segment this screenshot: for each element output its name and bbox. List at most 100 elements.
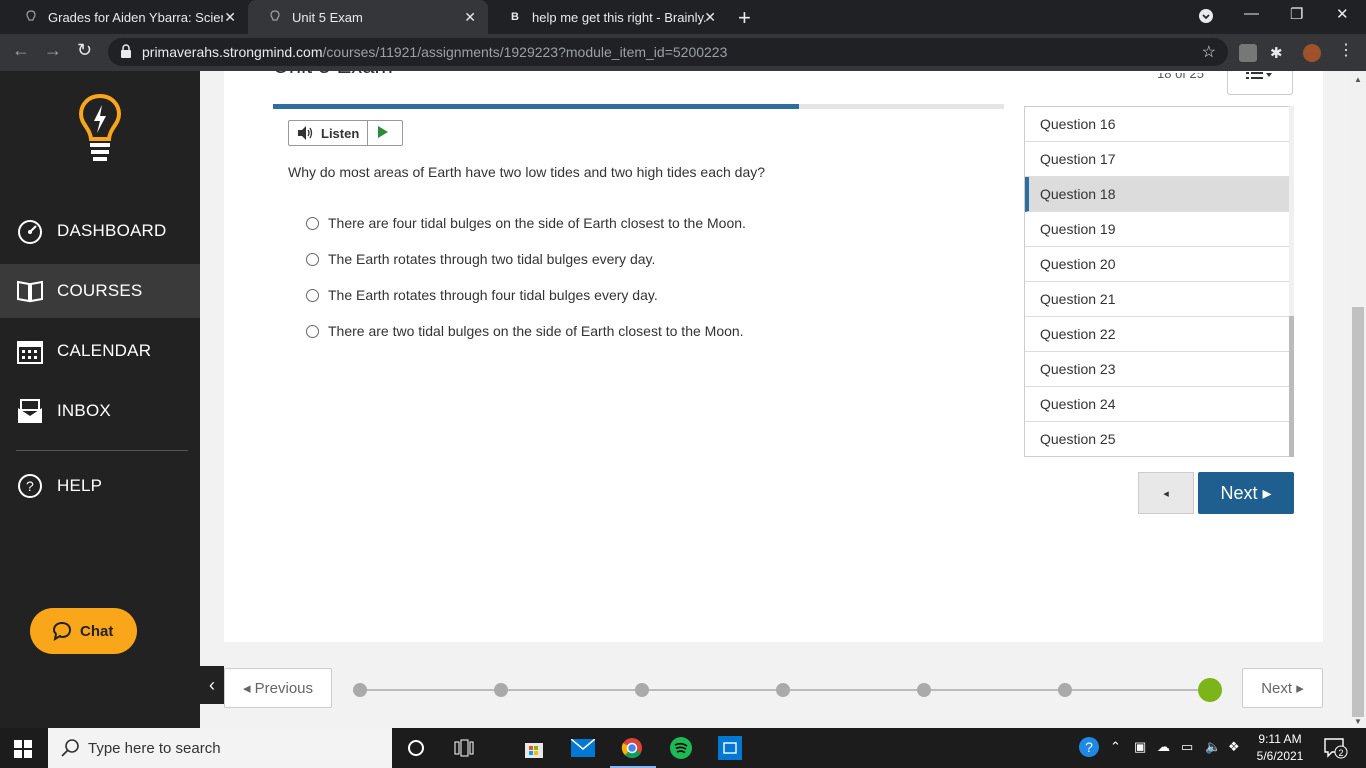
notifications-icon[interactable]: 2 — [1324, 737, 1348, 762]
next-question-button[interactable]: Next ▸ — [1198, 472, 1294, 514]
strongmind-favicon-icon — [24, 10, 38, 24]
pager-dot-current[interactable] — [1198, 678, 1222, 702]
store-bag-icon[interactable] — [522, 736, 546, 760]
battery-icon[interactable]: ▭ — [1181, 739, 1193, 755]
pager-dot[interactable] — [1058, 683, 1072, 697]
extension-r-icon[interactable] — [1239, 44, 1257, 62]
clock-time: 9:11 AM — [1258, 732, 1302, 746]
meet-now-icon[interactable]: ▣ — [1134, 739, 1146, 755]
back-icon[interactable]: ← — [12, 40, 30, 61]
previous-page-button[interactable]: ◂ Previous — [224, 668, 332, 708]
sidebar-item-help[interactable]: ? HELP — [0, 459, 200, 513]
windows-taskbar: Type here to search ? ⌃ ▣ ☁ ▭ 🔈 ❖ 9:11 A… — [0, 728, 1366, 768]
minimize-icon[interactable]: — — [1244, 5, 1259, 22]
help-tray-icon[interactable]: ? — [1078, 736, 1100, 761]
cortana-circle-icon[interactable] — [404, 736, 428, 760]
answer-option[interactable]: The Earth rotates through four tidal bul… — [306, 286, 658, 304]
question-list-item[interactable]: Question 21 — [1025, 282, 1289, 317]
dashboard-gauge-icon — [18, 220, 42, 244]
new-tab-icon[interactable]: + — [738, 5, 751, 31]
radio-button[interactable] — [306, 252, 319, 266]
answer-option[interactable]: There are four tidal bulges on the side … — [306, 214, 746, 232]
close-tab-icon[interactable]: ✕ — [224, 9, 236, 26]
page-scrollbar[interactable]: ▲ ▼ — [1350, 71, 1366, 732]
question-text: Why do most areas of Earth have two low … — [288, 164, 766, 180]
close-tab-icon[interactable]: ✕ — [704, 9, 716, 26]
answer-option-label: There are four tidal bulges on the side … — [328, 215, 746, 231]
forward-icon[interactable]: → — [44, 40, 62, 61]
radio-button[interactable] — [306, 324, 319, 338]
previous-question-button[interactable]: ◂ — [1138, 472, 1194, 514]
answer-option[interactable]: The Earth rotates through two tidal bulg… — [306, 250, 655, 268]
exam-progress-fill — [273, 104, 800, 109]
answer-option-label: The Earth rotates through two tidal bulg… — [328, 251, 656, 267]
sidebar-item-courses[interactable]: COURSES — [0, 264, 200, 318]
play-icon[interactable] — [378, 126, 388, 138]
tab-brainly[interactable]: B help me get this right - Brainly.co ✕ — [488, 0, 728, 34]
address-bar[interactable]: primaverahs.strongmind.com/courses/11921… — [108, 38, 1228, 66]
tab-title: help me get this right - Brainly.co — [532, 9, 707, 25]
listen-button[interactable]: Listen — [321, 126, 359, 141]
sidebar-item-dashboard[interactable]: DASHBOARD — [0, 204, 200, 258]
app-tile-icon[interactable] — [718, 736, 742, 760]
question-list-scrollbar[interactable] — [1289, 106, 1294, 457]
question-list-item[interactable]: Question 19 — [1025, 212, 1289, 247]
bookmark-star-icon[interactable]: ☆ — [1202, 42, 1216, 62]
svg-text:?: ? — [1085, 739, 1093, 755]
question-list-item[interactable]: Question 24 — [1025, 387, 1289, 422]
pager-dot[interactable] — [776, 683, 790, 697]
volume-icon[interactable]: 🔈 — [1205, 739, 1221, 755]
question-list-item[interactable]: Question 23 — [1025, 352, 1289, 387]
question-list-toggle-button[interactable] — [1227, 71, 1293, 95]
next-page-button[interactable]: Next ▸ — [1242, 668, 1323, 708]
pager-dot[interactable] — [917, 683, 931, 697]
avatar[interactable] — [1303, 44, 1321, 62]
reload-icon[interactable]: ↻ — [77, 40, 92, 61]
chat-bubble-icon — [52, 621, 72, 641]
pager-dot[interactable] — [635, 683, 649, 697]
collapse-sidebar-chevron-icon[interactable]: ‹ — [200, 666, 224, 704]
task-view-icon[interactable] — [452, 736, 476, 760]
question-list-item-current[interactable]: Question 18 — [1025, 177, 1289, 212]
pager-dot[interactable] — [353, 683, 367, 697]
sidebar-divider — [16, 450, 188, 451]
question-list-item[interactable]: Question 17 — [1025, 142, 1289, 177]
mail-icon[interactable] — [571, 736, 595, 760]
question-list-scroll-thumb[interactable] — [1289, 316, 1294, 457]
question-list-item[interactable]: Question 20 — [1025, 247, 1289, 282]
windows-start-icon[interactable] — [14, 740, 32, 758]
spotify-icon[interactable] — [669, 736, 693, 760]
system-clock[interactable]: 9:11 AM 5/6/2021 — [1252, 731, 1308, 765]
chrome-icon[interactable] — [620, 736, 644, 760]
clock-date: 5/6/2021 — [1256, 749, 1304, 763]
taskbar-search-box[interactable]: Type here to search — [48, 728, 392, 768]
extensions-puzzle-icon[interactable]: ✱ — [1270, 44, 1288, 62]
chat-button[interactable]: Chat — [30, 608, 137, 654]
speaker-icon[interactable] — [297, 126, 313, 140]
sidebar-item-inbox[interactable]: INBOX — [0, 384, 200, 438]
tab-search-icon[interactable] — [1198, 8, 1214, 28]
radio-button[interactable] — [306, 216, 319, 230]
dropbox-icon[interactable]: ❖ — [1228, 739, 1240, 755]
show-hidden-icons-chevron-icon[interactable]: ⌃ — [1110, 739, 1121, 755]
close-window-icon[interactable]: ✕ — [1336, 5, 1349, 23]
radio-button[interactable] — [306, 288, 319, 302]
more-menu-icon[interactable]: ⋮ — [1338, 40, 1356, 59]
answer-option[interactable]: There are two tidal bulges on the side o… — [306, 322, 744, 340]
restore-icon[interactable]: ❐ — [1290, 5, 1303, 23]
close-tab-icon[interactable]: ✕ — [464, 9, 476, 26]
sidebar: DASHBOARD COURSES CALENDAR INBOX ? HELP … — [0, 71, 200, 732]
tab-unit-5-exam[interactable]: Unit 5 Exam ✕ — [248, 0, 488, 34]
exam-progress-bar — [273, 104, 1004, 109]
question-list-item[interactable]: Question 25 — [1025, 422, 1289, 456]
page-scroll-thumb[interactable] — [1352, 307, 1364, 717]
scroll-up-icon[interactable]: ▲ — [1354, 75, 1362, 84]
scroll-down-icon[interactable]: ▼ — [1354, 717, 1362, 726]
sidebar-item-calendar[interactable]: CALENDAR — [0, 324, 200, 378]
onedrive-cloud-icon[interactable]: ☁ — [1157, 739, 1170, 755]
question-list-item[interactable]: Question 22 — [1025, 317, 1289, 352]
strongmind-favicon-icon — [268, 10, 282, 24]
tab-grades[interactable]: Grades for Aiden Ybarra: Science ✕ — [4, 0, 248, 34]
question-list-item[interactable]: Question 16 — [1025, 107, 1289, 142]
pager-dot[interactable] — [494, 683, 508, 697]
